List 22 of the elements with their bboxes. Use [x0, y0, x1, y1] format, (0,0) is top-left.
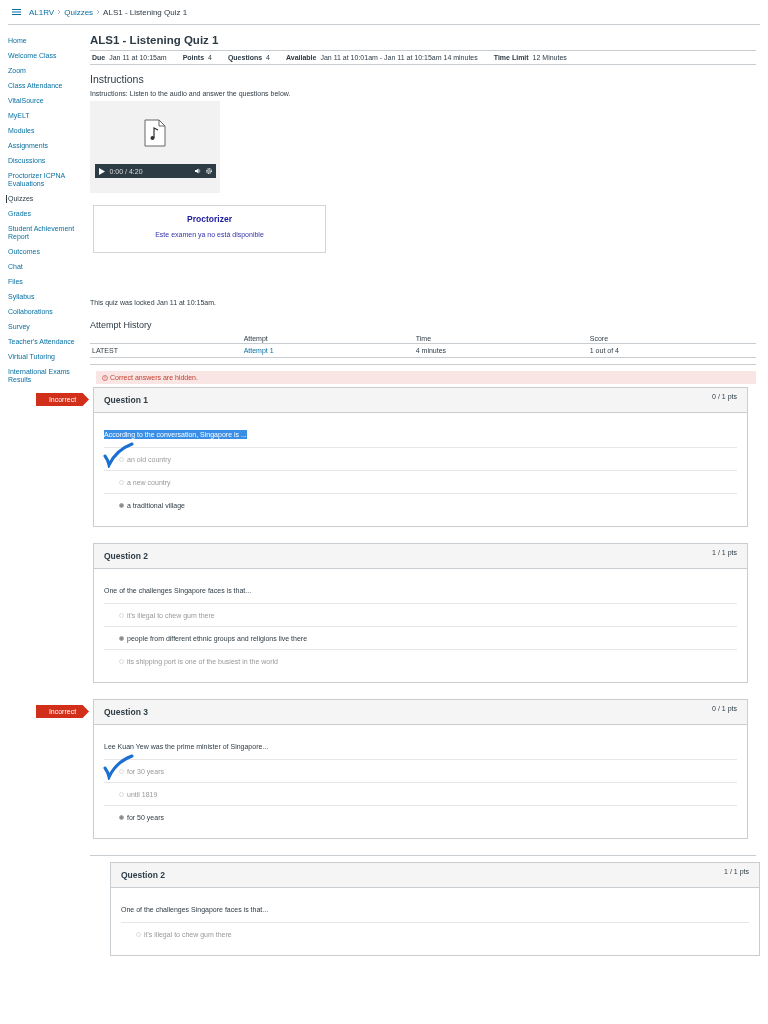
- breadcrumb-link[interactable]: AL1RV: [29, 7, 55, 17]
- breadcrumb-link[interactable]: Quizzes: [64, 7, 94, 17]
- warning-icon: [102, 374, 108, 381]
- play-icon[interactable]: [98, 167, 105, 175]
- radio-button[interactable]: [119, 814, 124, 820]
- section-heading: Instructions: [90, 73, 145, 85]
- settings-icon[interactable]: [205, 168, 212, 174]
- radio-button[interactable]: [119, 635, 124, 641]
- question-title: Question 2: [121, 870, 165, 880]
- chevron-icon: [96, 9, 101, 15]
- radio-button[interactable]: [119, 502, 124, 508]
- attempt-history-heading: Attempt History: [90, 320, 153, 330]
- volume-icon[interactable]: [194, 168, 201, 174]
- quiz-title: ALS1 - Listening Quiz 1: [90, 34, 220, 46]
- proctorizer-title: Proctorizer: [186, 214, 233, 224]
- chevron-icon: [57, 9, 62, 15]
- breadcrumb-current: ALS1 - Listening Quiz 1: [103, 7, 188, 17]
- question-title: Question 3: [104, 707, 148, 717]
- question-title: Question 2: [104, 551, 148, 561]
- music-file-icon: [144, 119, 166, 147]
- menu-icon[interactable]: [12, 9, 21, 15]
- question-title: Question 1: [104, 395, 148, 405]
